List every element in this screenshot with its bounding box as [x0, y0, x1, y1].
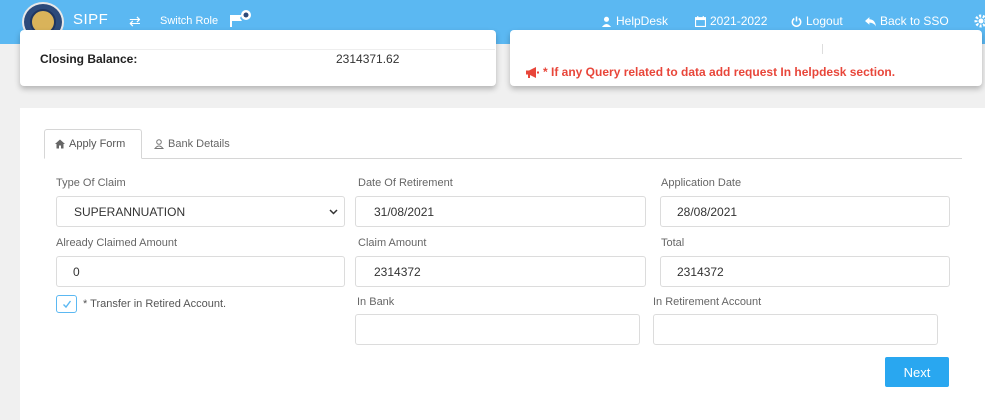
date-of-retirement-field[interactable]: 31/08/2021	[355, 196, 646, 227]
helpdesk-notice: * If any Query related to data add reque…	[526, 65, 895, 79]
gear-icon[interactable]	[974, 14, 985, 28]
already-claimed-value: 0	[73, 264, 80, 279]
in-bank-field[interactable]	[355, 314, 640, 345]
date-of-retirement-label: Date Of Retirement	[358, 177, 453, 189]
claim-amount-value: 2314372	[374, 264, 421, 279]
power-icon	[791, 16, 802, 27]
claim-form-card: Apply Form Bank Details Type Of Claim SU…	[20, 108, 985, 420]
divider	[50, 49, 495, 50]
bullhorn-icon	[526, 66, 539, 78]
type-of-claim-value: SUPERANNUATION	[74, 204, 186, 219]
in-retirement-label: In Retirement Account	[653, 296, 762, 308]
next-button[interactable]: Next	[885, 357, 949, 387]
notice-card: * If any Query related to data add reque…	[510, 30, 982, 86]
tab-bank-details[interactable]: Bank Details	[144, 129, 240, 159]
nav-back-sso[interactable]: Back to SSO	[865, 14, 949, 28]
nav-back-label: Back to SSO	[880, 14, 949, 28]
total-value: 2314372	[677, 264, 724, 279]
tab-apply-form-label: Apply Form	[69, 138, 126, 150]
application-date-field[interactable]: 28/08/2021	[660, 196, 950, 227]
application-date-label: Application Date	[661, 177, 742, 189]
transfer-retired-checkbox[interactable]	[56, 295, 77, 313]
nav-helpdesk-label: HelpDesk	[616, 14, 669, 28]
type-of-claim-select[interactable]: SUPERANNUATION	[56, 196, 345, 227]
user-icon	[601, 16, 612, 27]
check-icon	[62, 300, 71, 309]
chevron-down-icon	[329, 209, 338, 215]
closing-balance-label: Closing Balance:	[40, 52, 138, 66]
nav-logout[interactable]: Logout	[791, 14, 843, 28]
date-of-retirement-value: 31/08/2021	[374, 204, 435, 219]
tab-apply-form[interactable]: Apply Form	[44, 129, 142, 159]
brand-title[interactable]: SIPF	[73, 11, 108, 28]
divider	[822, 44, 823, 54]
claim-amount-label: Claim Amount	[358, 237, 427, 249]
switch-role-link[interactable]: Switch Role	[160, 15, 218, 27]
swap-icon[interactable]: ⇄	[129, 13, 141, 30]
in-retirement-field[interactable]	[653, 314, 938, 345]
nav-helpdesk[interactable]: HelpDesk	[601, 14, 668, 28]
helpdesk-notice-text: * If any Query related to data add reque…	[543, 65, 896, 79]
in-bank-label: In Bank	[357, 296, 395, 308]
form-tabs: Apply Form Bank Details	[44, 129, 962, 159]
home-icon	[55, 139, 65, 149]
already-claimed-field[interactable]: 0	[56, 256, 345, 287]
total-field[interactable]: 2314372	[660, 256, 950, 287]
closing-balance-value: 2314371.62	[336, 52, 400, 66]
nav-year[interactable]: 2021-2022	[695, 14, 767, 28]
balance-card: Closing Balance: 2314371.62	[20, 30, 496, 86]
tab-bank-details-label: Bank Details	[168, 138, 230, 150]
nav-year-label: 2021-2022	[710, 14, 768, 28]
already-claimed-label: Already Claimed Amount	[56, 237, 178, 249]
application-date-value: 28/08/2021	[677, 204, 738, 219]
total-label: Total	[661, 237, 685, 249]
calendar-icon	[695, 15, 706, 27]
nav-logout-label: Logout	[806, 14, 843, 28]
type-of-claim-label: Type Of Claim	[56, 177, 126, 189]
transfer-retired-label: * Transfer in Retired Account.	[83, 298, 227, 310]
flag-icon[interactable]	[230, 9, 252, 27]
user-outline-icon	[154, 139, 164, 149]
claim-amount-field[interactable]: 2314372	[355, 256, 646, 287]
reply-icon	[865, 16, 876, 26]
